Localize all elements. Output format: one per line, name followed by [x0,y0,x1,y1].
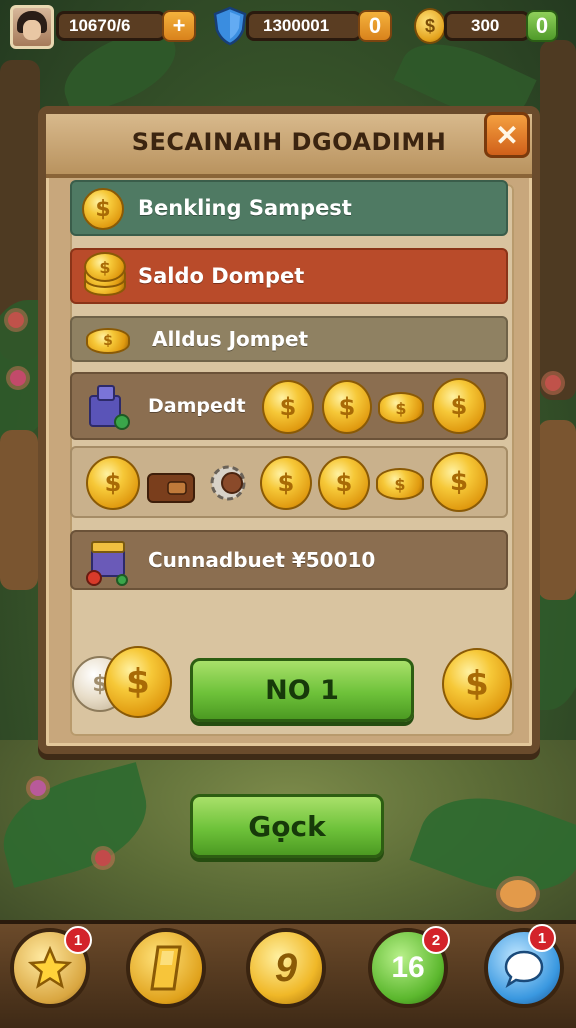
wooden-hut [0,430,38,590]
shield-icon [213,6,247,46]
row-label: Benkling Sampest [138,196,352,220]
gold-bar-icon [150,945,182,991]
row-label: Alldus Jompet [152,327,309,351]
panel-header: SECAINAIH DGOADIMH ✕ [46,112,532,178]
coin-icon: $ [82,188,124,230]
flower [545,375,561,391]
player-avatar[interactable] [10,5,54,49]
gear-icon [210,465,246,501]
notification-badge: 1 [528,924,556,952]
coin-icon: $ [378,392,424,424]
back-button[interactable]: Gọck [190,794,384,858]
coin-icon: $ [260,456,312,510]
flower [8,312,24,328]
resource-bar-1: 10670/6 + [56,6,196,46]
tree-trunk [540,40,576,400]
row-items[interactable]: $ $ $ $ $ [70,446,508,518]
add-resource-1-button[interactable]: + [162,10,196,42]
row-alldus[interactable]: $ Alldus Jompet [70,316,508,362]
coin-icon: $ [84,252,126,282]
nav-coin-button[interactable]: 9 [246,928,326,1008]
row-label: Cunnadbuet ¥50010 [148,548,376,572]
row-label: Dampedt [148,395,246,417]
resource-2-value: 1300001 [246,11,362,41]
coin-icon: $ [322,380,372,434]
flower [500,880,536,908]
close-button[interactable]: ✕ [484,112,530,158]
flower [10,370,26,386]
notification-badge: 1 [64,926,92,954]
coin-icon: $ [104,646,172,718]
wooden-hut [538,420,576,600]
cash-register-icon [89,385,130,430]
row-cunnadbuet[interactable]: Cunnadbuet ¥50010 [70,530,508,590]
flower [95,850,111,866]
panel-title: SECAINAIH DGOADIMH [131,128,447,156]
wallet-icon [147,473,195,503]
coin-icon: $ [430,452,488,512]
resource-3-button[interactable]: 0 [526,10,558,42]
chat-bubble-icon [504,950,544,989]
gift-box-icon [86,541,128,586]
resource-3-value: 300 [444,11,530,41]
coin-icon: $ [414,8,446,44]
avatar-face [23,20,41,40]
row-benkling[interactable]: $ Benkling Sampest [70,180,508,236]
row-saldo-dompet[interactable]: $ Saldo Dompet [70,248,508,304]
nav-gold-button[interactable] [126,928,206,1008]
notification-badge: 2 [422,926,450,954]
resource-2-button[interactable]: 0 [358,10,392,42]
resource-bar-2: 1300001 0 [246,6,392,46]
resource-bar-3: 300 0 [444,6,558,46]
coin-icon: $ [432,378,486,434]
coin-icon: $ [86,456,140,510]
row-dampedt[interactable]: Dampedt $ $ $ $ [70,372,508,440]
row-label: Saldo Dompet [138,264,305,288]
resource-1-value: 10670/6 [56,11,166,41]
flower [30,780,46,796]
coin-icon: $ [318,456,370,510]
coin-icon: $ [376,468,424,500]
coin-icon: $ [442,648,512,720]
star-icon [28,946,72,989]
main-action-button[interactable]: NO 1 [190,658,414,722]
coin-icon: $ [86,328,130,354]
coin-icon: $ [262,380,314,434]
